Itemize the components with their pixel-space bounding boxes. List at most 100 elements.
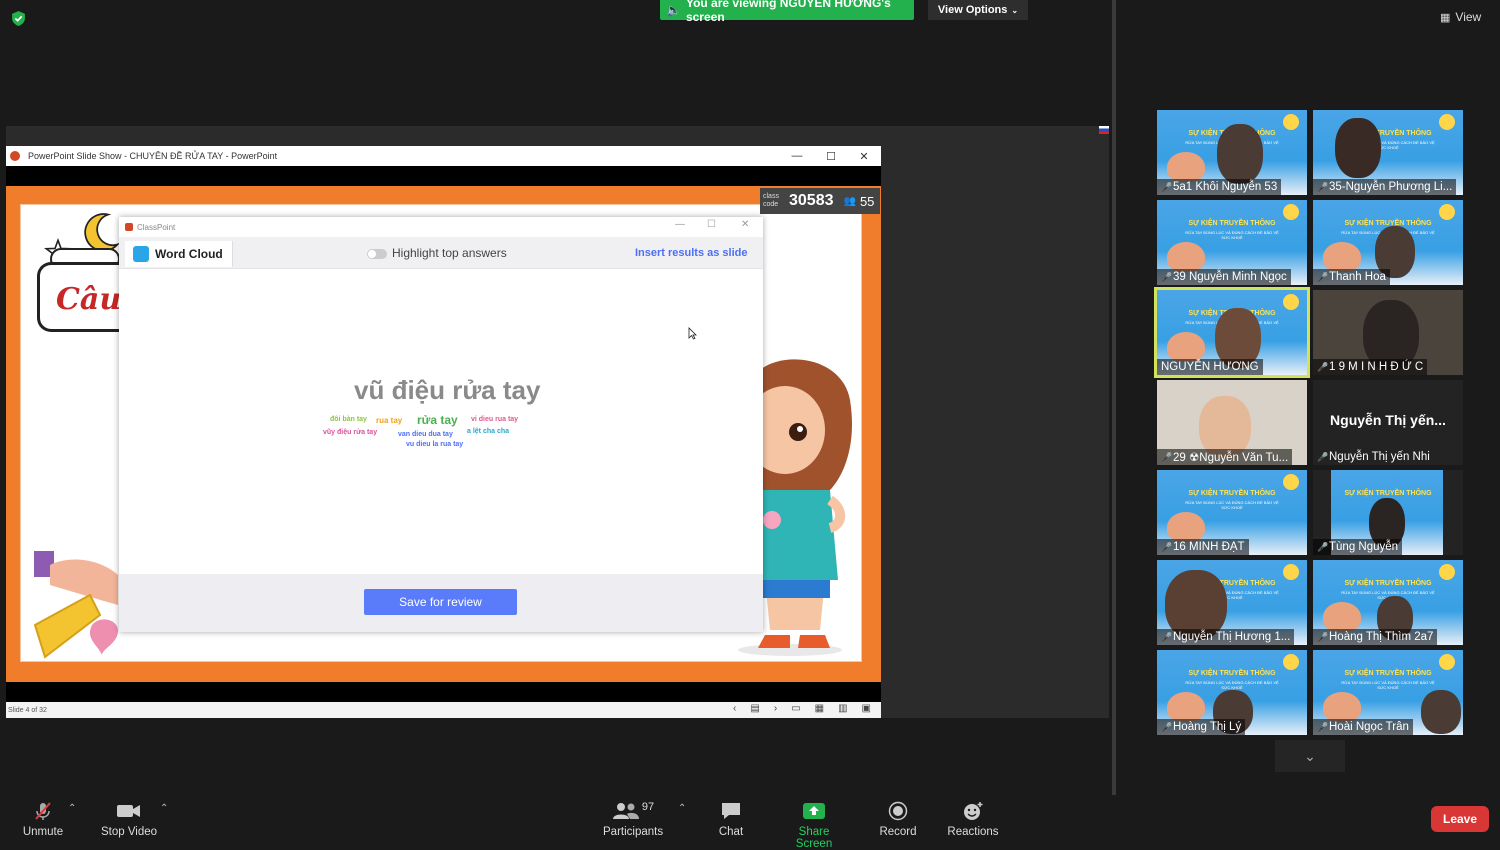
record-label: Record [879,826,917,838]
slide-counter: Slide 4 of 32 [8,706,47,714]
slideshow-view-icon[interactable]: ▣ [862,703,871,714]
participant-name: 🎤 5a1 Khôi Nguyễn 53 [1157,179,1282,195]
participant-name: 🎤 Nguyễn Thị yến Nhi [1313,449,1434,465]
participants-button[interactable]: 97 Participants [603,799,663,838]
reading-view-icon[interactable]: ▥ [838,703,847,714]
participant-name: NGUYỄN HƯƠNG [1157,359,1263,375]
stop-video-button[interactable]: Stop Video [100,799,158,838]
minimize-button[interactable]: — [780,146,814,166]
word-cloud-icon [133,246,149,262]
participant-tile[interactable]: SỰ KIỆN TRUYỀN THÔNG RỬA TAY ĐÚNG LÚC VÀ… [1157,110,1307,195]
participant-tile[interactable]: SỰ KIỆN TRUYỀN THÔNG RỬA TAY ĐÚNG LÚC VÀ… [1313,200,1463,285]
normal-view-icon[interactable]: ▭ [791,703,800,714]
word-cloud-label: Word Cloud [155,247,223,261]
word-cloud-word: đôi bàn tay [330,416,367,423]
participant-name-text: Thanh Hoa [1329,271,1386,283]
stop-video-label: Stop Video [100,826,158,838]
classpoint-code-badge: class code 30583 👥 55 [760,188,880,214]
muted-mic-icon: 🎤 [1317,631,1329,642]
share-screen-label: Share Screen [795,826,833,850]
chevron-down-icon: ⌄ [1304,747,1316,764]
participant-name-text: Tùng Nguyễn [1329,541,1399,553]
next-slide-icon[interactable]: › [774,703,777,714]
participant-name: 🎤 1 9 M I N H Đ Ứ C [1313,359,1428,375]
share-screen-button[interactable]: Share Screen [780,799,848,850]
muted-mic-icon: 🎤 [1317,271,1329,282]
maximize-button[interactable]: ☐ [707,219,716,230]
sorter-view-icon[interactable]: ▦ [815,703,824,714]
word-cloud-main-word: vũ điệu rửa tay [354,375,541,405]
participant-tile[interactable]: SỰ KIỆN TRUYỀN THÔNG RỬA TAY ĐÚNG LÚC VÀ… [1157,470,1307,555]
chat-button[interactable]: Chat [716,799,746,838]
muted-mic-icon: 🎤 [1317,541,1329,552]
word-cloud-word: vi dieu rua tay [471,416,519,423]
participant-tile[interactable]: Nguyễn Thị yến... 🎤 Nguyễn Thị yến Nhi [1313,380,1463,465]
close-button[interactable]: ✕ [741,219,749,230]
participant-tile-active-speaker[interactable]: SỰ KIỆN TRUYỀN THÔNG RỬA TAY ĐÚNG LÚC VÀ… [1154,287,1310,378]
participant-display-name: Nguyễn Thị yến... [1330,412,1446,428]
classpoint-logo-icon [125,223,133,231]
participant-name: 🎤 16 MINH ĐẠT [1157,539,1249,555]
participant-name-text: Hoàng Thị Lý [1173,721,1242,733]
minimize-button[interactable]: — [675,219,685,230]
insert-results-link[interactable]: Insert results as slide [635,247,748,259]
previous-slide-icon[interactable]: ‹ [733,703,736,714]
participant-name-text: 29 ☢Nguyễn Văn Tu... [1173,452,1289,464]
participant-tile[interactable]: SỰ KIỆN TRUYỀN THÔNG RỬA TAY ĐÚNG LÚC VÀ… [1157,560,1307,645]
save-for-review-button[interactable]: Save for review [364,589,517,615]
slideshow-black-band [6,166,881,186]
banner-title: SỰ KIỆN TRUYỀN THÔNG [1188,490,1276,497]
participant-name: 🎤 39 Nguyễn Minh Ngọc [1157,269,1291,285]
highlight-toggle[interactable] [367,249,387,259]
grid-icon: ▦ [1440,11,1451,24]
participant-tile[interactable]: SỰ KIỆN TRUYỀN THÔNG RỬA TAY ĐÚNG LÚC VÀ… [1157,200,1307,285]
view-options-button[interactable]: View Options ⌄ [928,0,1028,20]
video-options-caret-icon[interactable]: ⌃ [160,803,168,814]
classpoint-window-title: ClassPoint [137,222,176,232]
muted-mic-icon: 🎤 [1161,451,1173,462]
close-button[interactable]: ✕ [847,146,881,166]
reactions-label: Reactions [947,826,999,838]
participant-tile[interactable]: 🎤 1 9 M I N H Đ Ứ C [1313,290,1463,375]
participants-count: 97 [641,801,655,813]
panel-divider[interactable] [1112,0,1116,795]
banner-title: SỰ KIỆN TRUYỀN THÔNG [1344,670,1432,677]
participant-name: 🎤 Thanh Hoa [1313,269,1390,285]
word-cloud-word: rua tay [376,416,403,425]
participant-tile[interactable]: SỰ KIỆN TRUYỀN THÔNG RỬA TAY ĐÚNG LÚC VÀ… [1157,650,1307,735]
record-icon [888,801,908,821]
participant-tile[interactable]: 🎤 29 ☢Nguyễn Văn Tu... [1157,380,1307,465]
maximize-button[interactable]: ☐ [814,146,848,166]
unmute-label: Unmute [22,826,64,838]
participant-tile[interactable]: SỰ KIỆN TRUYỀN THÔNG RỬA TAY ĐÚNG LÚC VÀ… [1313,650,1463,735]
participant-name-text: 5a1 Khôi Nguyễn 53 [1173,181,1278,193]
participant-name-text: 1 9 M I N H Đ Ứ C [1329,361,1424,373]
banner-subtitle: RỬA TAY ĐÚNG LÚC VÀ ĐÚNG CÁCH ĐỂ BẢO VỆ … [1341,680,1435,690]
view-layout-button[interactable]: ▦ View [1440,10,1481,24]
leave-button[interactable]: Leave [1431,806,1489,832]
security-shield-icon[interactable] [10,10,27,27]
powerpoint-titlebar: PowerPoint Slide Show - CHUYÊN ĐỀ RỬA TA… [6,146,881,166]
word-cloud-word: vũy điệu rửa tay [323,429,378,436]
participants-options-caret-icon[interactable]: ⌃ [678,803,686,814]
participant-tile[interactable]: SỰ KIỆN TRUYỀN THÔNG RỬA TAY ĐÚNG LÚC VÀ… [1313,110,1463,195]
chevron-down-icon: ⌄ [1011,5,1019,15]
participant-name: 🎤 Hoàng Thị Lý [1157,719,1246,735]
participant-tile[interactable]: SỰ KIỆN TRUYỀN THÔNG 🎤 Tùng Nguyễn [1313,470,1463,555]
participant-tile[interactable]: SỰ KIỆN TRUYỀN THÔNG RỬA TAY ĐÚNG LÚC VÀ… [1313,560,1463,645]
word-cloud-tab[interactable]: Word Cloud [125,241,233,267]
powerpoint-status-bar: Slide 4 of 32 ‹ ▤ › ▭ ▦ ▥ ▣ [6,702,881,718]
reactions-button[interactable]: Reactions [946,799,1000,838]
record-button[interactable]: Record [877,799,919,838]
speaker-icon: 🔈 [666,3,681,17]
class-code-label: class code [763,193,779,208]
classpoint-titlebar: ClassPoint — ☐ ✕ [119,217,763,237]
gallery-scroll-down-button[interactable]: ⌄ [1275,740,1345,772]
classpoint-toolbar: Word Cloud Highlight top answers Insert … [119,237,763,269]
muted-mic-icon: 🎤 [1161,631,1173,642]
unmute-button[interactable]: Unmute [22,799,64,838]
slide-sorter-icon[interactable]: ▤ [750,703,759,714]
participant-name-text: Hoàng Thị Thìm 2a7 [1329,631,1434,643]
audio-options-caret-icon[interactable]: ⌃ [68,803,76,814]
word-cloud-word: a lệt cha cha [467,428,510,435]
